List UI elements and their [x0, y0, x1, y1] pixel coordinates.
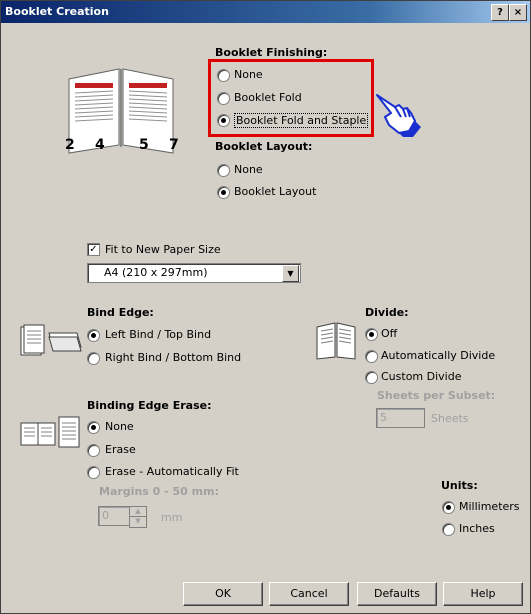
bind-edge-header: Bind Edge: — [87, 306, 154, 319]
units-inches-label[interactable]: Inches — [459, 522, 495, 535]
units-inches-radio[interactable] — [442, 523, 455, 536]
margin-unit-label: mm — [161, 511, 183, 524]
spin-up-icon[interactable]: ▲ — [130, 507, 146, 517]
layout-none-radio[interactable] — [217, 164, 230, 177]
divide-icon — [316, 322, 356, 360]
spin-down-icon[interactable]: ▼ — [130, 517, 146, 526]
erase-auto-fit-radio[interactable] — [87, 466, 100, 479]
ok-button[interactable]: OK — [183, 582, 263, 606]
title-bar: Booklet Creation ? × — [1, 1, 530, 23]
pointing-hand-icon — [376, 94, 421, 137]
units-mm-label[interactable]: Millimeters — [459, 500, 520, 513]
divide-custom-radio[interactable] — [365, 371, 378, 384]
layout-booklet-radio[interactable] — [217, 186, 230, 199]
erase-label[interactable]: Erase — [105, 443, 136, 456]
divide-custom-label[interactable]: Custom Divide — [381, 370, 461, 383]
page-number-label: 5 — [139, 137, 149, 153]
booklet-preview-icon: 2 4 5 7 — [65, 68, 179, 154]
divide-auto-label[interactable]: Automatically Divide — [381, 349, 495, 362]
window-title: Booklet Creation — [5, 5, 109, 18]
divide-off-radio[interactable] — [365, 328, 378, 341]
bind-edge-icon — [20, 324, 82, 356]
margin-spinner[interactable]: ▲ ▼ — [129, 506, 147, 528]
close-button[interactable]: × — [509, 4, 527, 21]
chevron-down-icon[interactable]: ▼ — [282, 265, 299, 282]
page-number-label: 7 — [169, 137, 179, 153]
divide-header: Divide: — [365, 306, 409, 319]
erase-none-radio[interactable] — [87, 421, 100, 434]
defaults-button[interactable]: Defaults — [357, 582, 437, 606]
fit-to-paper-label[interactable]: Fit to New Paper Size — [105, 243, 221, 256]
bind-right-bottom-label[interactable]: Right Bind / Bottom Bind — [105, 351, 241, 364]
erase-none-label[interactable]: None — [105, 420, 134, 433]
help-button[interactable]: Help — [443, 582, 523, 606]
sheets-input[interactable]: 5 — [376, 408, 425, 428]
paper-size-value: A4 (210 x 297mm) — [104, 266, 208, 279]
margins-label: Margins 0 - 50 mm: — [99, 485, 219, 498]
highlight-box — [208, 59, 374, 137]
erase-auto-fit-label[interactable]: Erase - Automatically Fit — [105, 465, 239, 478]
margin-input[interactable]: 0 — [98, 506, 131, 526]
page-number-label: 2 — [65, 137, 75, 153]
layout-none-label[interactable]: None — [234, 163, 263, 176]
edge-erase-icon — [20, 416, 80, 448]
cancel-button[interactable]: Cancel — [269, 582, 349, 606]
help-title-button[interactable]: ? — [491, 4, 509, 21]
booklet-creation-dialog: Booklet Creation ? × 2 4 5 7 Booklet Fin… — [0, 0, 531, 614]
divide-off-label[interactable]: Off — [381, 327, 397, 340]
divide-auto-radio[interactable] — [365, 350, 378, 363]
layout-booklet-label[interactable]: Booklet Layout — [234, 185, 316, 198]
page-number-label: 4 — [95, 137, 105, 153]
booklet-finishing-header: Booklet Finishing: — [215, 46, 328, 59]
booklet-layout-header: Booklet Layout: — [215, 140, 313, 153]
binding-edge-erase-header: Binding Edge Erase: — [87, 399, 212, 412]
bind-right-bottom-radio[interactable] — [87, 352, 100, 365]
units-mm-radio[interactable] — [442, 501, 455, 514]
bind-left-top-label[interactable]: Left Bind / Top Bind — [105, 328, 211, 341]
paper-size-select[interactable]: A4 (210 x 297mm) ▼ — [87, 263, 301, 283]
sheets-unit-label: Sheets — [431, 412, 469, 425]
sheets-per-subset-label: Sheets per Subset: — [377, 389, 496, 402]
bind-left-top-radio[interactable] — [87, 329, 100, 342]
fit-to-paper-checkbox[interactable]: ✓ — [87, 243, 100, 256]
units-header: Units: — [441, 479, 478, 492]
erase-radio[interactable] — [87, 444, 100, 457]
